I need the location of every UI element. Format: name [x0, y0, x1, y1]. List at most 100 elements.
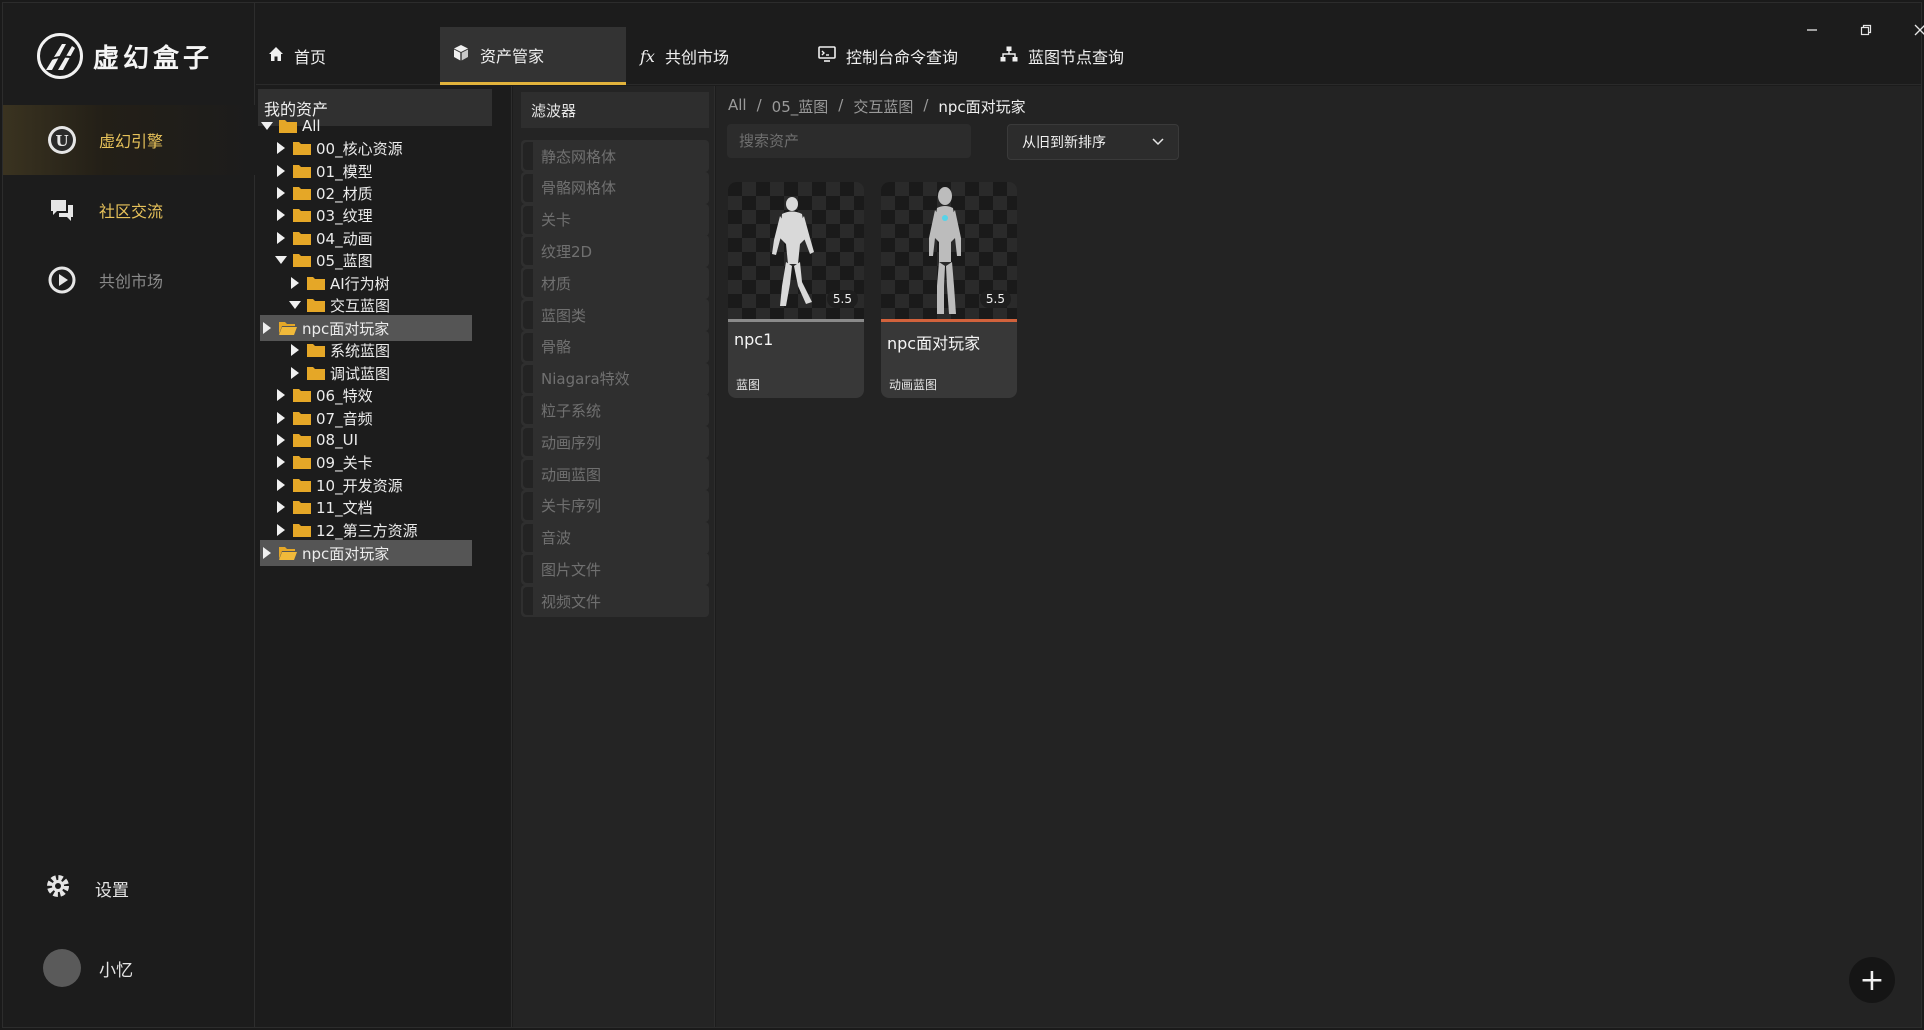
- fx-icon: fx: [640, 46, 655, 66]
- caret-right-icon[interactable]: [274, 500, 288, 514]
- filter-toggle[interactable]: 视频文件: [521, 585, 709, 618]
- filter-checkbox[interactable]: [523, 555, 533, 584]
- tree-node-label: 10_开发资源: [316, 476, 403, 495]
- folder-icon: [292, 140, 312, 156]
- sort-dropdown[interactable]: 从旧到新排序: [1007, 124, 1179, 160]
- filter-checkbox[interactable]: [523, 428, 533, 457]
- filter-toggle[interactable]: 关卡: [521, 203, 709, 236]
- caret-right-icon[interactable]: [288, 276, 302, 290]
- sidebar-item-market[interactable]: 共创市场: [3, 245, 255, 315]
- filter-checkbox[interactable]: [523, 460, 533, 488]
- filter-toggle[interactable]: 动画序列: [521, 426, 709, 459]
- plus-icon: +: [1859, 962, 1885, 998]
- filter-toggle[interactable]: 关卡序列: [521, 489, 709, 522]
- tree-node-label: 04_动画: [316, 229, 373, 248]
- tree-node[interactable]: npc面对玩家: [260, 540, 472, 566]
- caret-down-icon[interactable]: [274, 253, 288, 267]
- filter-checkbox[interactable]: [523, 396, 533, 425]
- filter-checkbox[interactable]: [523, 205, 533, 234]
- filter-checkbox[interactable]: [523, 491, 533, 520]
- sidebar-item-label: 虚幻引擎: [99, 132, 164, 151]
- tab-asset-manager[interactable]: 资产管家: [440, 27, 626, 85]
- caret-right-icon[interactable]: [274, 208, 288, 222]
- tab-blueprint-nodes[interactable]: 蓝图节点查询: [988, 27, 1168, 85]
- filter-checkbox[interactable]: [523, 523, 533, 552]
- filter-checkbox[interactable]: [523, 332, 533, 361]
- caret-right-icon[interactable]: [274, 411, 288, 425]
- breadcrumb-item[interactable]: All: [728, 96, 747, 117]
- tab-co-market[interactable]: fx 共创市场: [628, 27, 788, 85]
- caret-right-icon[interactable]: [274, 523, 288, 537]
- filter-toggle[interactable]: 音波: [521, 521, 709, 554]
- filter-checkbox[interactable]: [523, 364, 533, 393]
- filter-checkbox[interactable]: [523, 269, 533, 298]
- breadcrumb-item[interactable]: 05_蓝图: [772, 96, 829, 117]
- tree-node-label: 12_第三方资源: [316, 521, 418, 540]
- filter-toggle[interactable]: 静态网格体: [521, 140, 709, 172]
- caret-down-icon[interactable]: [260, 119, 274, 133]
- tree-node-label: 03_纹理: [316, 206, 373, 225]
- tree-node-label: npc面对玩家: [302, 319, 390, 338]
- tab-home[interactable]: 首页: [256, 27, 396, 85]
- sidebar-item-community[interactable]: 社区交流: [3, 175, 255, 245]
- add-asset-button[interactable]: +: [1849, 957, 1895, 1003]
- tab-console-commands[interactable]: 控制台命令查询: [806, 27, 996, 85]
- filter-checkbox[interactable]: [523, 301, 533, 329]
- filter-toggle[interactable]: 图片文件: [521, 553, 709, 586]
- sidebar-item-unreal-engine[interactable]: U 虚幻引擎: [3, 105, 255, 175]
- caret-down-icon[interactable]: [288, 298, 302, 312]
- caret-right-icon[interactable]: [274, 455, 288, 469]
- filter-toggle[interactable]: 粒子系统: [521, 394, 709, 427]
- filter-label: 骨骼: [541, 338, 572, 357]
- restore-button[interactable]: [1851, 15, 1881, 45]
- filter-label: 动画蓝图: [541, 465, 602, 484]
- logo-mark-icon: [37, 33, 83, 79]
- asset-card[interactable]: 5.5 npc1 蓝图: [728, 182, 864, 398]
- caret-right-icon[interactable]: [274, 164, 288, 178]
- caret-right-icon[interactable]: [274, 141, 288, 155]
- filter-label: 关卡: [541, 211, 572, 230]
- tree-node-label: 02_材质: [316, 184, 373, 203]
- asset-name: npc面对玩家: [887, 334, 981, 353]
- filter-label: 纹理2D: [541, 242, 593, 261]
- close-button[interactable]: [1905, 15, 1924, 45]
- asset-card[interactable]: 5.5 npc面对玩家 动画蓝图: [881, 182, 1017, 398]
- filter-checkbox[interactable]: [523, 142, 533, 170]
- caret-right-icon[interactable]: [274, 186, 288, 200]
- folder-icon: [292, 252, 312, 268]
- caret-right-icon[interactable]: [260, 546, 274, 560]
- caret-right-icon[interactable]: [260, 321, 274, 335]
- folder-open-icon: [278, 545, 298, 561]
- caret-right-icon[interactable]: [274, 433, 288, 447]
- filter-toggle[interactable]: 骨骼网格体: [521, 171, 709, 204]
- user-profile[interactable]: 小忆: [43, 949, 133, 987]
- settings-button[interactable]: 设置: [43, 871, 129, 906]
- tab-label: 首页: [294, 48, 327, 67]
- caret-right-icon[interactable]: [274, 388, 288, 402]
- filter-toggle[interactable]: 纹理2D: [521, 235, 709, 268]
- caret-right-icon[interactable]: [274, 231, 288, 245]
- asset-status-bar: [728, 319, 864, 322]
- filter-toggle[interactable]: 骨骼: [521, 330, 709, 363]
- folder-icon: [292, 185, 312, 201]
- filter-toggle[interactable]: Niagara特效: [521, 362, 709, 395]
- user-name: 小忆: [99, 960, 133, 981]
- search-input[interactable]: [727, 124, 971, 158]
- filter-checkbox[interactable]: [523, 237, 533, 266]
- gear-icon: [43, 871, 73, 906]
- caret-right-icon[interactable]: [288, 366, 302, 380]
- caret-right-icon[interactable]: [274, 478, 288, 492]
- folder-icon: [292, 207, 312, 223]
- asset-name: npc1: [734, 330, 774, 349]
- logo: 虚幻盒子: [37, 33, 213, 79]
- filter-checkbox[interactable]: [523, 587, 533, 616]
- breadcrumb-item[interactable]: 交互蓝图: [853, 96, 913, 117]
- filter-toggle[interactable]: 材质: [521, 267, 709, 300]
- minimize-button[interactable]: [1797, 15, 1827, 45]
- filter-toggle[interactable]: 蓝图类: [521, 299, 709, 331]
- version-badge: 5.5: [979, 290, 1011, 308]
- filter-checkbox[interactable]: [523, 173, 533, 202]
- breadcrumb-current[interactable]: npc面对玩家: [938, 96, 1025, 117]
- filter-toggle[interactable]: 动画蓝图: [521, 458, 709, 490]
- caret-right-icon[interactable]: [288, 343, 302, 357]
